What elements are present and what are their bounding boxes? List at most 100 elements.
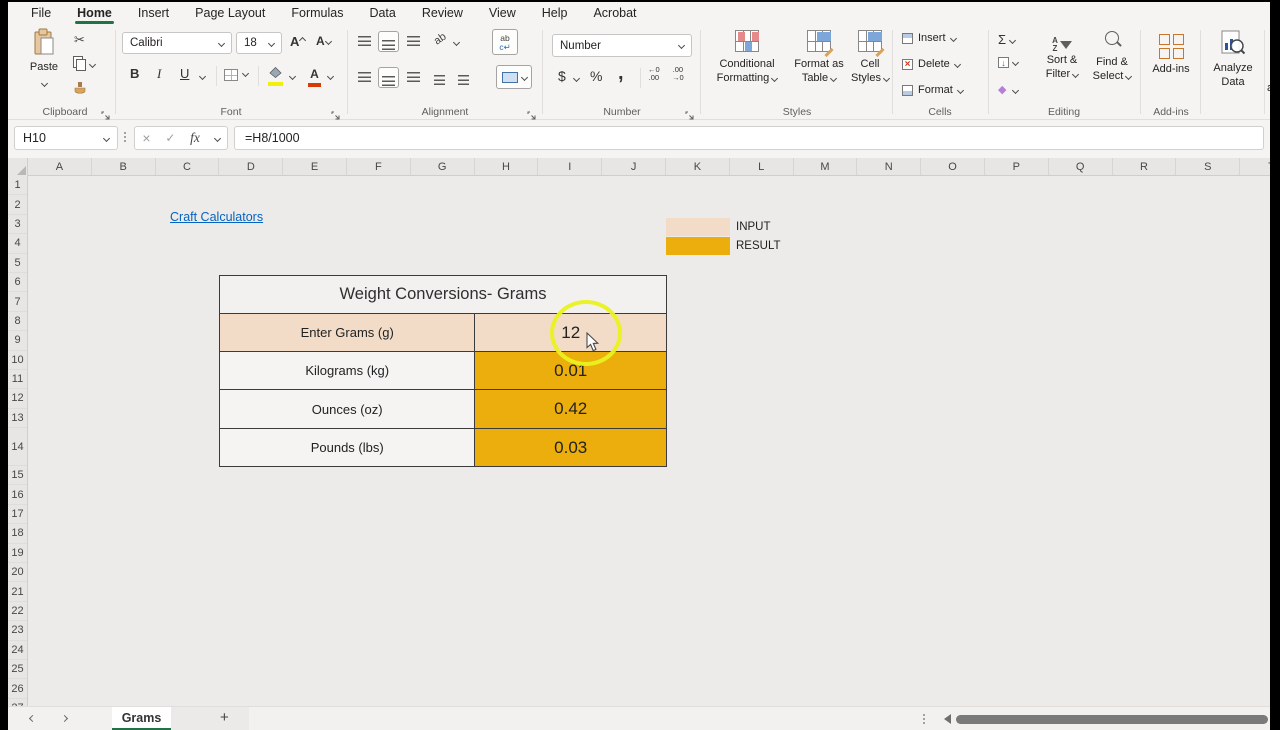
table-value-cell[interactable]: 0.01 <box>475 352 666 389</box>
row-header-5[interactable]: 5 <box>8 254 27 273</box>
number-format-select[interactable]: Number <box>552 34 692 57</box>
shrink-font-button[interactable]: A <box>316 34 332 48</box>
row-header-20[interactable]: 20 <box>8 563 27 583</box>
insert-cells-button[interactable]: Insert <box>902 32 957 44</box>
column-header-F[interactable]: F <box>347 158 411 175</box>
row-header-23[interactable]: 23 <box>8 621 27 641</box>
table-title[interactable]: Weight Conversions- Grams <box>220 276 666 313</box>
column-header-B[interactable]: B <box>92 158 156 175</box>
format-as-table-button[interactable]: Format as Table <box>790 30 848 85</box>
find-select-button[interactable]: Find & Select <box>1090 30 1134 83</box>
column-header-S[interactable]: S <box>1176 158 1241 175</box>
row-header-22[interactable]: 22 <box>8 602 27 622</box>
orientation-chevron[interactable] <box>452 38 461 47</box>
name-box[interactable]: H10 <box>14 126 118 150</box>
format-cells-button[interactable]: Format <box>902 84 964 96</box>
name-box-chevron[interactable] <box>102 134 111 142</box>
cancel-button[interactable]: × <box>142 130 150 146</box>
paste-button[interactable]: Paste <box>22 28 66 104</box>
table-value-cell[interactable]: 0.03 <box>475 429 666 466</box>
increase-decimal-button[interactable]: ←0.00 <box>648 66 660 82</box>
conditional-formatting-button[interactable]: Conditional Formatting <box>710 30 784 85</box>
tab-bar-grip[interactable] <box>923 714 925 724</box>
ribbon-tab-page-layout[interactable]: Page Layout <box>182 4 278 22</box>
column-header-P[interactable]: P <box>985 158 1049 175</box>
row-header-18[interactable]: 18 <box>8 524 27 544</box>
addins-button[interactable]: Add-ins <box>1144 32 1198 75</box>
align-right-button[interactable] <box>407 72 420 82</box>
font-color-chevron[interactable] <box>326 72 335 81</box>
comma-style-button[interactable]: , <box>618 62 624 85</box>
column-header-M[interactable]: M <box>794 158 858 175</box>
alignment-dialog-launcher[interactable] <box>527 107 536 120</box>
font-color-button[interactable]: A <box>308 65 321 87</box>
column-header-Q[interactable]: Q <box>1049 158 1113 175</box>
table-value-cell[interactable]: 0.42 <box>475 390 666 428</box>
row-header-7[interactable]: 7 <box>8 292 27 312</box>
ribbon-tab-help[interactable]: Help <box>529 4 581 22</box>
column-header-J[interactable]: J <box>602 158 666 175</box>
underline-button[interactable]: U <box>180 66 189 81</box>
formula-chevron[interactable] <box>213 134 221 142</box>
fill-color-button[interactable] <box>268 65 283 86</box>
column-header-L[interactable]: L <box>730 158 794 175</box>
scroll-left-arrow[interactable] <box>944 714 951 724</box>
row-header-27[interactable]: 27 <box>8 699 27 706</box>
row-header-9[interactable]: 9 <box>8 331 27 351</box>
accounting-format-button[interactable]: $ <box>558 68 566 84</box>
table-label-cell[interactable]: Ounces (oz) <box>220 390 476 428</box>
font-dialog-launcher[interactable] <box>331 107 340 120</box>
borders-button[interactable] <box>224 68 250 86</box>
fill-color-chevron[interactable] <box>288 72 297 81</box>
format-painter-button[interactable] <box>73 82 86 102</box>
row-header-4[interactable]: 4 <box>8 234 27 254</box>
accounting-chevron[interactable] <box>572 74 581 83</box>
add-sheet-button[interactable]: + <box>220 709 229 726</box>
row-header-6[interactable]: 6 <box>8 273 27 293</box>
grow-font-button[interactable]: A <box>290 34 307 49</box>
underline-chevron[interactable] <box>198 72 207 81</box>
cell-styles-button[interactable]: Cell Styles <box>850 30 891 85</box>
sheet-grid[interactable]: 1 2 3 4 5 6 7 8 9 10 11 12 13 14 15 16 17 18 19 20 21 22 23 24 2… <box>8 176 1270 706</box>
number-dialog-launcher[interactable] <box>685 107 694 120</box>
row-header-10[interactable]: 10 <box>8 351 27 370</box>
prev-sheet-button[interactable] <box>28 714 37 723</box>
row-header-21[interactable]: 21 <box>8 582 27 602</box>
table-label-cell[interactable]: Enter Grams (g) <box>220 314 476 351</box>
enter-button[interactable]: ✓ <box>165 131 175 145</box>
select-all-button[interactable] <box>8 158 28 176</box>
ribbon-tab-view[interactable]: View <box>476 4 529 22</box>
font-size-select[interactable]: 18 <box>236 32 282 54</box>
column-header-G[interactable]: G <box>411 158 475 175</box>
increase-indent-button[interactable] <box>458 72 469 90</box>
row-header-16[interactable]: 16 <box>8 485 27 505</box>
row-header-25[interactable]: 25 <box>8 660 27 680</box>
copy-button[interactable] <box>73 56 97 74</box>
column-header-N[interactable]: N <box>857 158 922 175</box>
ribbon-tab-home[interactable]: Home <box>64 4 125 24</box>
row-header-3[interactable]: 3 <box>8 215 27 235</box>
sheet-tab-grams[interactable]: Grams <box>112 707 171 730</box>
delete-cells-button[interactable]: × Delete <box>902 58 961 70</box>
column-header-T[interactable]: T <box>1240 158 1270 175</box>
decrease-decimal-button[interactable]: .00 →0 <box>672 66 684 82</box>
column-header-R[interactable]: R <box>1113 158 1177 175</box>
row-header-17[interactable]: 17 <box>8 505 27 525</box>
sort-filter-button[interactable]: AZ Sort & Filter <box>1038 30 1086 81</box>
row-header-2[interactable]: 2 <box>8 195 27 215</box>
column-header-O[interactable]: O <box>921 158 985 175</box>
row-header-19[interactable]: 19 <box>8 544 27 564</box>
row-header-15[interactable]: 15 <box>8 466 27 486</box>
align-left-button[interactable] <box>358 72 371 82</box>
ribbon-tab-review[interactable]: Review <box>409 4 476 22</box>
orientation-button[interactable]: ab <box>432 31 449 48</box>
row-header-14[interactable]: 14 <box>8 428 27 467</box>
insert-function-button[interactable]: fx <box>190 130 200 146</box>
row-header-1[interactable]: 1 <box>8 176 27 196</box>
clear-button[interactable]: ◆ <box>998 83 1019 96</box>
align-center-button[interactable] <box>378 67 399 88</box>
next-sheet-button[interactable] <box>60 714 69 723</box>
table-label-cell[interactable]: Pounds (lbs) <box>220 429 476 466</box>
row-header-11[interactable]: 11 <box>8 370 27 390</box>
italic-button[interactable]: I <box>157 66 161 82</box>
